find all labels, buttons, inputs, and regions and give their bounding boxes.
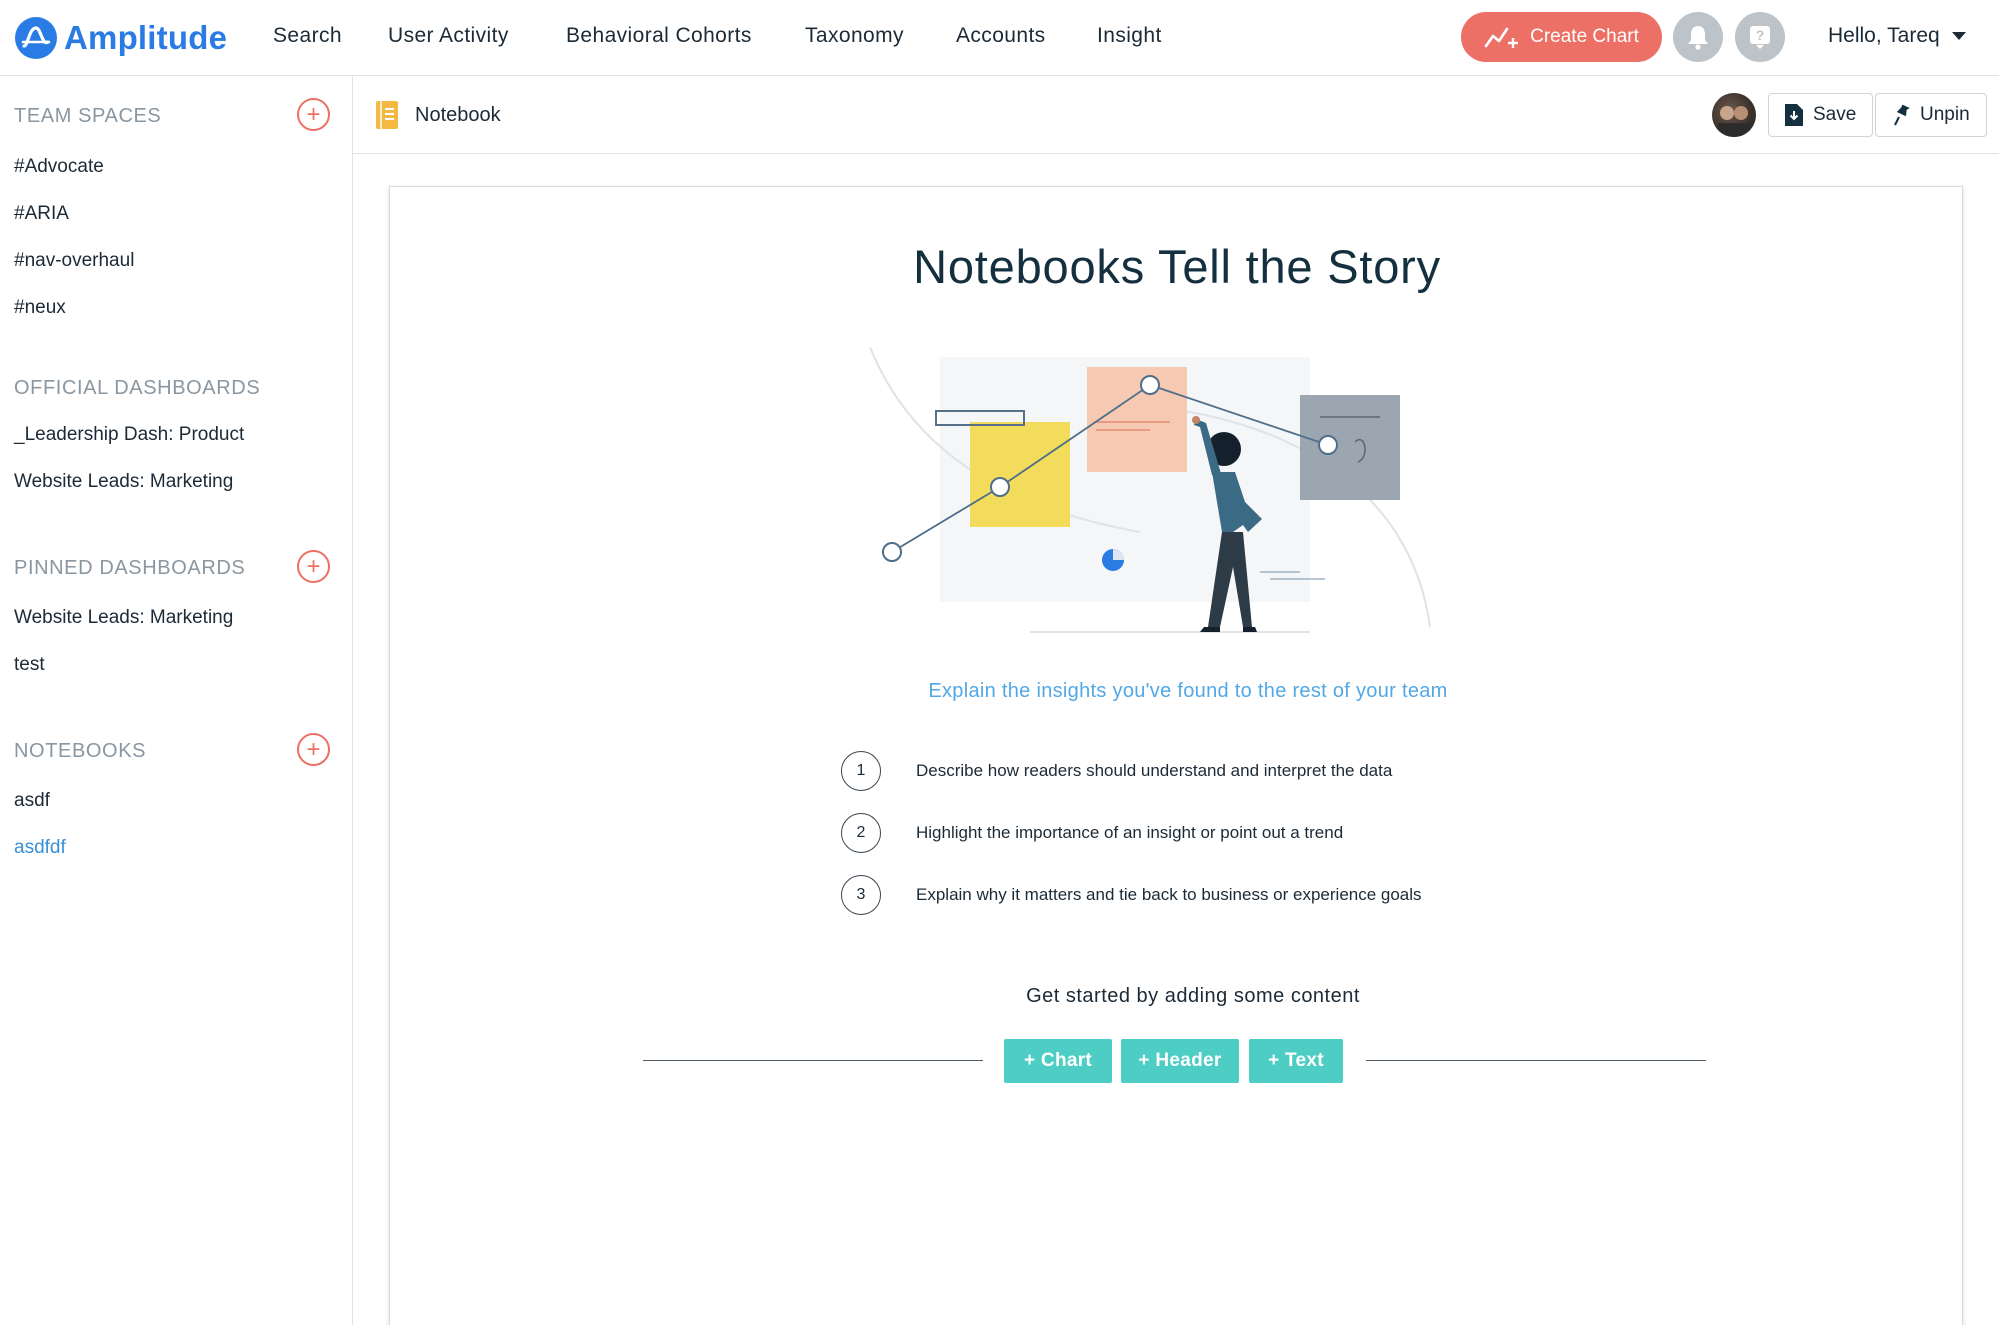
nav-behavioral-cohorts[interactable]: Behavioral Cohorts xyxy=(566,24,752,48)
step-1: 1 Describe how readers should understand… xyxy=(841,751,1392,791)
divider-right xyxy=(1366,1060,1706,1061)
empty-state-title: Notebooks Tell the Story xyxy=(913,240,1441,293)
empty-state-subtitle: Explain the insights you've found to the… xyxy=(928,680,1448,702)
user-greeting: Hello, Tareq xyxy=(1828,24,1940,47)
nav-user-activity[interactable]: User Activity xyxy=(388,24,509,48)
save-file-icon xyxy=(1785,104,1803,126)
step-text: Highlight the importance of an insight o… xyxy=(916,823,1344,842)
add-header-button[interactable]: + Header xyxy=(1121,1039,1239,1083)
sidebar-item-website-leads[interactable]: Website Leads: Marketing xyxy=(14,471,233,493)
sidebar-item-test[interactable]: test xyxy=(14,654,45,676)
sidebar: TEAM SPACES + #Advocate #ARIA #nav-overh… xyxy=(0,76,353,1325)
create-chart-button[interactable]: Create Chart xyxy=(1461,12,1662,62)
save-label: Save xyxy=(1813,104,1857,125)
nav-insight[interactable]: Insight xyxy=(1097,24,1162,48)
step-number: 1 xyxy=(841,751,881,791)
help-icon: ? xyxy=(1750,26,1770,49)
amplitude-logo-icon xyxy=(15,17,57,59)
brand-name: Amplitude xyxy=(64,19,228,56)
plus-icon: + xyxy=(306,552,321,580)
sidebar-item-neux[interactable]: #neux xyxy=(14,297,66,319)
divider-left xyxy=(643,1060,983,1061)
top-navigation: Amplitude Search User Activity Behaviora… xyxy=(0,0,1999,76)
get-started-text: Get started by adding some content xyxy=(1026,985,1360,1007)
svg-text:?: ? xyxy=(1756,27,1765,43)
amplitude-logo[interactable]: Amplitude xyxy=(14,14,227,62)
help-button[interactable]: ? xyxy=(1735,12,1785,62)
pinned-dashboards-title: PINNED DASHBOARDS xyxy=(14,557,246,579)
sidebar-item-leadership-dash[interactable]: _Leadership Dash: Product xyxy=(14,424,244,446)
user-photo-icon xyxy=(1718,106,1750,137)
page-header: Notebook Save Unpin xyxy=(353,76,1999,154)
add-notebook-button[interactable]: + xyxy=(297,733,330,766)
save-button[interactable]: Save xyxy=(1768,93,1874,137)
nav-accounts[interactable]: Accounts xyxy=(956,24,1046,48)
step-2: 2 Highlight the importance of an insight… xyxy=(841,813,1343,853)
user-menu[interactable]: Hello, Tareq xyxy=(1828,24,1966,48)
step-number: 3 xyxy=(841,875,881,915)
nav-search[interactable]: Search xyxy=(273,24,342,48)
sidebar-item-nav-overhaul[interactable]: #nav-overhaul xyxy=(14,250,134,272)
add-text-button[interactable]: + Text xyxy=(1249,1039,1343,1083)
create-chart-label: Create Chart xyxy=(1530,26,1639,47)
chart-plus-icon xyxy=(1484,27,1519,48)
add-pinned-dashboard-button[interactable]: + xyxy=(297,550,330,583)
step-text: Describe how readers should understand a… xyxy=(916,761,1393,780)
unpin-button[interactable]: Unpin xyxy=(1875,93,1987,137)
page-title: Notebook xyxy=(415,104,501,126)
sidebar-item-aria[interactable]: #ARIA xyxy=(14,203,69,225)
sidebar-item-pinned-website-leads[interactable]: Website Leads: Marketing xyxy=(14,607,233,629)
notebook-empty-state-card: Notebooks Tell the Story Explain the ins… xyxy=(389,186,1963,1325)
unpin-label: Unpin xyxy=(1920,104,1970,125)
notebook-illustration xyxy=(869,346,1431,633)
step-number: 2 xyxy=(841,813,881,853)
sidebar-item-asdfdf[interactable]: asdfdf xyxy=(14,837,66,859)
official-dashboards-title: OFFICIAL DASHBOARDS xyxy=(14,377,261,399)
team-spaces-title: TEAM SPACES xyxy=(14,105,162,127)
step-3: 3 Explain why it matters and tie back to… xyxy=(841,875,1422,915)
sidebar-item-advocate[interactable]: #Advocate xyxy=(14,156,104,178)
add-team-space-button[interactable]: + xyxy=(297,98,330,131)
sidebar-item-asdf[interactable]: asdf xyxy=(14,790,50,812)
notebook-icon xyxy=(376,101,398,129)
plus-icon: + xyxy=(306,100,321,128)
add-chart-button[interactable]: + Chart xyxy=(1004,1039,1112,1083)
pin-icon xyxy=(1894,104,1910,126)
notebooks-title: NOTEBOOKS xyxy=(14,740,147,762)
plus-icon: + xyxy=(306,735,321,763)
step-text: Explain why it matters and tie back to b… xyxy=(916,885,1422,904)
notifications-button[interactable] xyxy=(1673,12,1723,62)
avatar[interactable] xyxy=(1712,93,1756,137)
chevron-down-icon xyxy=(1951,32,1966,40)
nav-taxonomy[interactable]: Taxonomy xyxy=(805,24,904,48)
bell-icon xyxy=(1688,26,1708,50)
